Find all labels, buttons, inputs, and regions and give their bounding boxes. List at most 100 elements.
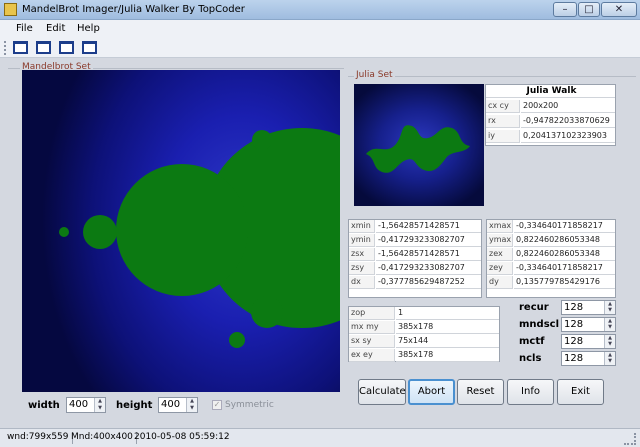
mctf-spinner[interactable]: 128 ▲ ▼ — [561, 334, 616, 349]
status-timestamp: 2010-05-08 05:59:12 — [134, 432, 230, 442]
exit-button[interactable]: Exit — [557, 379, 604, 405]
recur-spin-arrows-icon[interactable]: ▲ ▼ — [604, 301, 615, 314]
window-title: MandelBrot Imager/Julia Walker By TopCod… — [22, 4, 245, 15]
mouse-value[interactable]: 385x178 — [396, 321, 499, 334]
height-spinner[interactable]: 400 ▲ ▼ — [158, 397, 198, 413]
param-value[interactable]: 0,822460286053348 — [514, 234, 615, 247]
julia-set-shape — [366, 125, 470, 173]
mndscl-value: 128 — [564, 319, 584, 330]
param-label: zey — [487, 262, 513, 275]
param-label: ymax — [487, 234, 513, 247]
height-label: height — [116, 400, 153, 411]
julia-walk-value[interactable]: 0,204137102323903 — [521, 130, 615, 143]
ncls-spin-arrows-icon[interactable]: ▲ ▼ — [604, 352, 615, 365]
param-label: xmin — [349, 220, 375, 233]
mandelbrot-canvas[interactable] — [22, 70, 340, 392]
param-value[interactable]: -0,417293233082707 — [376, 234, 481, 247]
julia-walk-grid: Julia Walk cx cy 200x200 rx -0,947822033… — [485, 84, 616, 146]
mctf-label: mctf — [519, 336, 545, 347]
ncls-label: ncls — [519, 353, 542, 364]
width-value: 400 — [69, 399, 89, 410]
param-label: xmax — [487, 220, 513, 233]
param-label: ymin — [349, 234, 375, 247]
menu-edit[interactable]: Edit — [46, 23, 65, 34]
mandelbrot-tail-bulb — [59, 227, 69, 237]
window-icon-button-3[interactable] — [59, 41, 74, 54]
julia-walk-title: Julia Walk — [486, 85, 615, 98]
param-value[interactable]: -0,334640171858217 — [514, 220, 615, 233]
status-window-size: wnd:799x559 — [4, 432, 73, 444]
mouse-value[interactable]: 385x178 — [396, 349, 499, 362]
param-value[interactable]: -0,334640171858217 — [514, 262, 615, 275]
maximize-button[interactable]: □ — [578, 2, 600, 17]
mctf-spin-arrows-icon[interactable]: ▲ ▼ — [604, 335, 615, 348]
close-button[interactable]: ✕ — [601, 2, 637, 17]
mndscl-spin-arrows-icon[interactable]: ▲ ▼ — [604, 318, 615, 331]
mandelbrot-period2-bulb — [116, 164, 248, 296]
mouse-label: sx sy — [349, 335, 395, 348]
mouse-label: ex ey — [349, 349, 395, 362]
mandelbrot-side-bulb — [251, 296, 283, 328]
param-value[interactable]: -1,56428571428571 — [376, 220, 481, 233]
param-value[interactable]: 0,822460286053348 — [514, 248, 615, 261]
param-value[interactable]: 0,135779785429176 — [514, 276, 615, 289]
mouse-value[interactable]: 75x144 — [396, 335, 499, 348]
height-spin-arrows-icon[interactable]: ▲ ▼ — [186, 398, 197, 412]
menu-bar: File Edit Help — [0, 20, 640, 38]
mouse-label: mx my — [349, 321, 395, 334]
mouse-value[interactable]: 1 — [396, 307, 499, 320]
title-bar: MandelBrot Imager/Julia Walker By TopCod… — [0, 0, 640, 20]
minimize-button[interactable]: – — [553, 2, 577, 17]
app-icon — [4, 3, 17, 16]
calculate-button[interactable]: Calculate — [358, 379, 406, 405]
mouse-label: zop — [349, 307, 395, 320]
toolbar-grip-icon[interactable] — [4, 41, 7, 55]
julia-canvas[interactable] — [354, 84, 484, 206]
window-icon-button-2[interactable] — [36, 41, 51, 54]
width-label: width — [28, 400, 60, 411]
resize-grip-icon[interactable] — [624, 433, 636, 445]
symmetric-checkbox[interactable]: ✓ — [212, 400, 222, 410]
ncls-spinner[interactable]: 128 ▲ ▼ — [561, 351, 616, 366]
menu-file[interactable]: File — [16, 23, 33, 34]
menu-help[interactable]: Help — [77, 23, 100, 34]
height-value: 400 — [161, 399, 181, 410]
bounds-grid-left: xmin -1,56428571428571 ymin -0,417293233… — [348, 219, 482, 298]
recur-value: 128 — [564, 302, 584, 313]
recur-spinner[interactable]: 128 ▲ ▼ — [561, 300, 616, 315]
status-mandel-size: Mnd:400x400 — [68, 432, 137, 444]
mouse-grid: zop 1 mx my 385x178 sx sy 75x144 ex ey 3… — [348, 306, 500, 362]
julia-walk-label: cx cy — [486, 100, 520, 113]
param-label: dx — [349, 276, 375, 289]
param-value[interactable]: -1,56428571428571 — [376, 248, 481, 261]
info-button[interactable]: Info — [507, 379, 554, 405]
toolbar — [0, 38, 640, 58]
param-value[interactable]: -0,377785629487252 — [376, 276, 481, 289]
param-label: zsy — [349, 262, 375, 275]
param-label: dy — [487, 276, 513, 289]
mandelbrot-minor-bulb — [229, 332, 245, 348]
ncls-value: 128 — [564, 353, 584, 364]
width-spin-arrows-icon[interactable]: ▲ ▼ — [94, 398, 105, 412]
mndscl-spinner[interactable]: 128 ▲ ▼ — [561, 317, 616, 332]
julia-walk-label: iy — [486, 130, 520, 143]
window-icon-button-1[interactable] — [13, 41, 28, 54]
width-spinner[interactable]: 400 ▲ ▼ — [66, 397, 106, 413]
julia-walk-label: rx — [486, 115, 520, 128]
abort-button[interactable]: Abort — [408, 379, 455, 405]
julia-group-label: Julia Set — [354, 70, 395, 80]
reset-button[interactable]: Reset — [457, 379, 504, 405]
julia-walk-value[interactable]: 200x200 — [521, 100, 615, 113]
param-value[interactable]: -0,417293233082707 — [376, 262, 481, 275]
param-label: zex — [487, 248, 513, 261]
mndscl-label: mndscl — [519, 319, 560, 330]
symmetric-label: Symmetric — [225, 400, 274, 410]
mctf-value: 128 — [564, 336, 584, 347]
recur-label: recur — [519, 302, 549, 313]
param-label: zsx — [349, 248, 375, 261]
mandelbrot-image — [59, 128, 340, 348]
window-icon-button-4[interactable] — [82, 41, 97, 54]
julia-walk-value[interactable]: -0,947822033870629 — [521, 115, 615, 128]
bounds-grid-right: xmax -0,334640171858217 ymax 0,822460286… — [486, 219, 616, 298]
julia-image — [366, 125, 470, 173]
